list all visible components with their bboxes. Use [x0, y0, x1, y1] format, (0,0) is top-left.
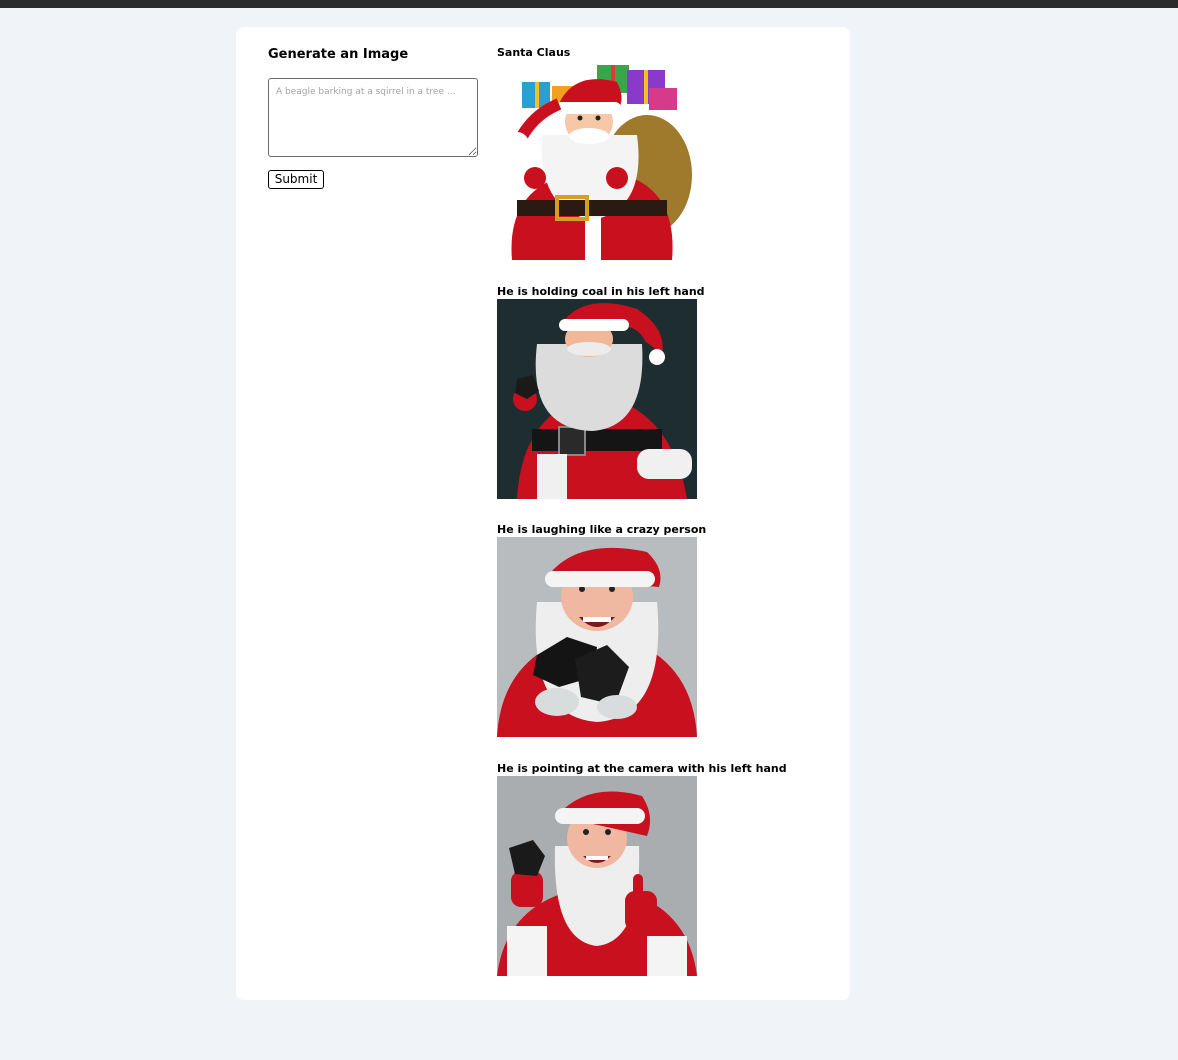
prompt-input[interactable] [268, 78, 478, 157]
generator-card: Generate an Image Submit Santa Claus [236, 27, 850, 1000]
browser-top-bar [0, 0, 1178, 8]
image-caption: He is pointing at the camera with his le… [497, 762, 787, 775]
submit-button[interactable]: Submit [268, 170, 324, 189]
feed-item: Santa Claus [497, 46, 837, 260]
santa-laughing-with-coal [497, 537, 697, 737]
image-caption: Santa Claus [497, 46, 571, 59]
image-caption: He is holding coal in his left hand [497, 285, 705, 298]
santa-with-gift-sack-illustration [497, 60, 697, 260]
santa-pointing-at-camera [497, 776, 697, 976]
generated-image[interactable] [497, 776, 697, 976]
image-caption: He is laughing like a crazy person [497, 523, 707, 536]
feed-item: He is laughing like a crazy person [497, 523, 837, 737]
generated-image[interactable] [497, 60, 697, 260]
santa-holding-coal [497, 299, 697, 499]
feed-item: He is holding coal in his left hand [497, 285, 837, 499]
feed-item: He is pointing at the camera with his le… [497, 762, 837, 976]
generated-image[interactable] [497, 299, 697, 499]
generated-image[interactable] [497, 537, 697, 737]
form-title: Generate an Image [268, 47, 409, 62]
